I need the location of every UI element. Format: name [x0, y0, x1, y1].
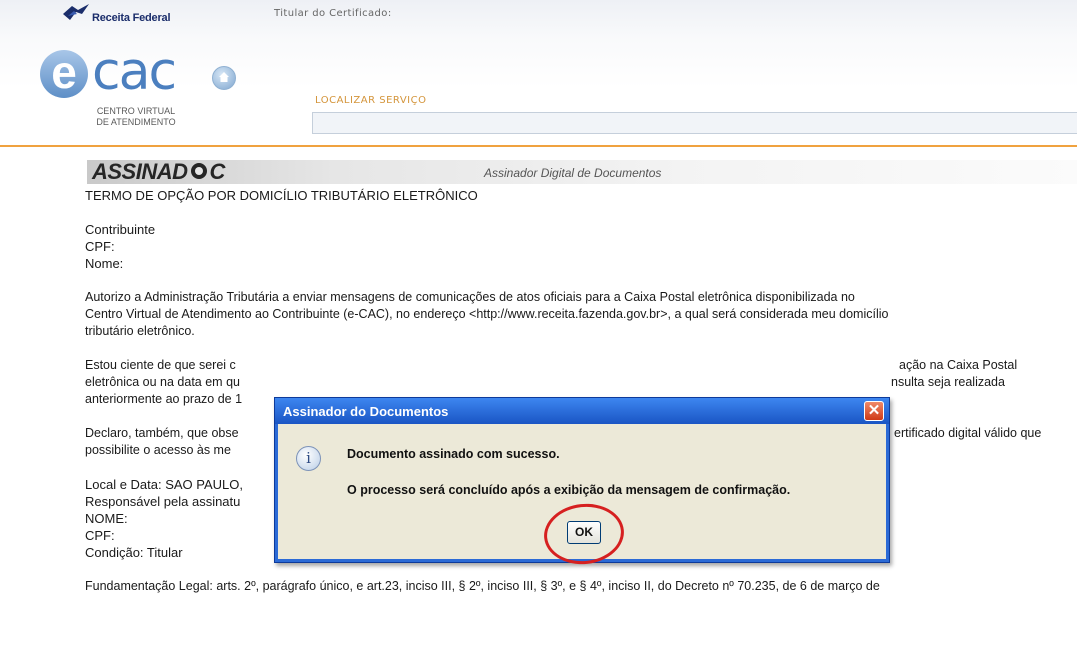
- nome-label: Nome:: [85, 256, 124, 271]
- awareness-line-1: Estou ciente de que serei c ação na Caixa…: [85, 358, 1018, 372]
- receita-federal-logo[interactable]: Receita Federal: [62, 2, 177, 32]
- search-input[interactable]: [312, 112, 1077, 134]
- close-icon: ✕: [867, 402, 881, 419]
- close-button[interactable]: ✕: [864, 401, 884, 421]
- authorization-line-3: tributário eletrônico.: [85, 324, 195, 338]
- ecac-e-mark: e: [40, 49, 88, 98]
- header-divider: [0, 145, 1077, 147]
- ecac-logo[interactable]: e cac CENTRO VIRTUAL DE ATENDIMENTO: [38, 42, 238, 136]
- awareness-line-2: eletrônica ou na data em qu nsulta seja r…: [85, 375, 1005, 389]
- ecac-subtitle-line1: CENTRO VIRTUAL: [96, 106, 176, 116]
- dialog-titlebar[interactable]: Assinador do Documentos ✕: [275, 398, 889, 424]
- ecac-subtitle: CENTRO VIRTUAL DE ATENDIMENTO: [88, 106, 184, 128]
- assinador-logo: ASSINAD C: [92, 159, 225, 184]
- cpf-label: CPF:: [85, 239, 115, 254]
- site-header: Receita Federal Titular do Certificado: …: [0, 0, 1077, 147]
- document-title: TERMO DE OPÇÃO POR DOMICÍLIO TRIBUTÁRIO …: [85, 188, 478, 203]
- dialog-message-info: O processo será concluído após a exibiçã…: [347, 483, 791, 497]
- seal-icon: [190, 163, 207, 179]
- ecac-subtitle-line2: DE ATENDIMENTO: [96, 117, 176, 127]
- authorization-line-1: Autorizo a Administração Tributária a en…: [85, 290, 855, 304]
- dialog-title: Assinador do Documentos: [283, 404, 449, 419]
- info-icon: i: [296, 446, 321, 471]
- eagle-icon: [63, 4, 89, 20]
- assinador-subtitle: Assinador Digital de Documentos: [484, 166, 662, 180]
- dialog-message-success: Documento assinado com sucesso.: [347, 447, 560, 461]
- home-icon[interactable]: [212, 66, 236, 90]
- ecac-wordmark: cac: [92, 42, 177, 102]
- authorization-line-2: Centro Virtual de Atendimento ao Contrib…: [85, 307, 889, 321]
- certificate-holder-label: Titular do Certificado:: [274, 8, 392, 19]
- fundamentacao-legal: Fundamentação Legal: arts. 2º, parágrafo…: [85, 579, 880, 593]
- brand-name: Receita Federal: [92, 12, 171, 24]
- contribuinte-label: Contribuinte: [85, 222, 156, 237]
- search-label: LOCALIZAR SERVIÇO: [315, 95, 427, 106]
